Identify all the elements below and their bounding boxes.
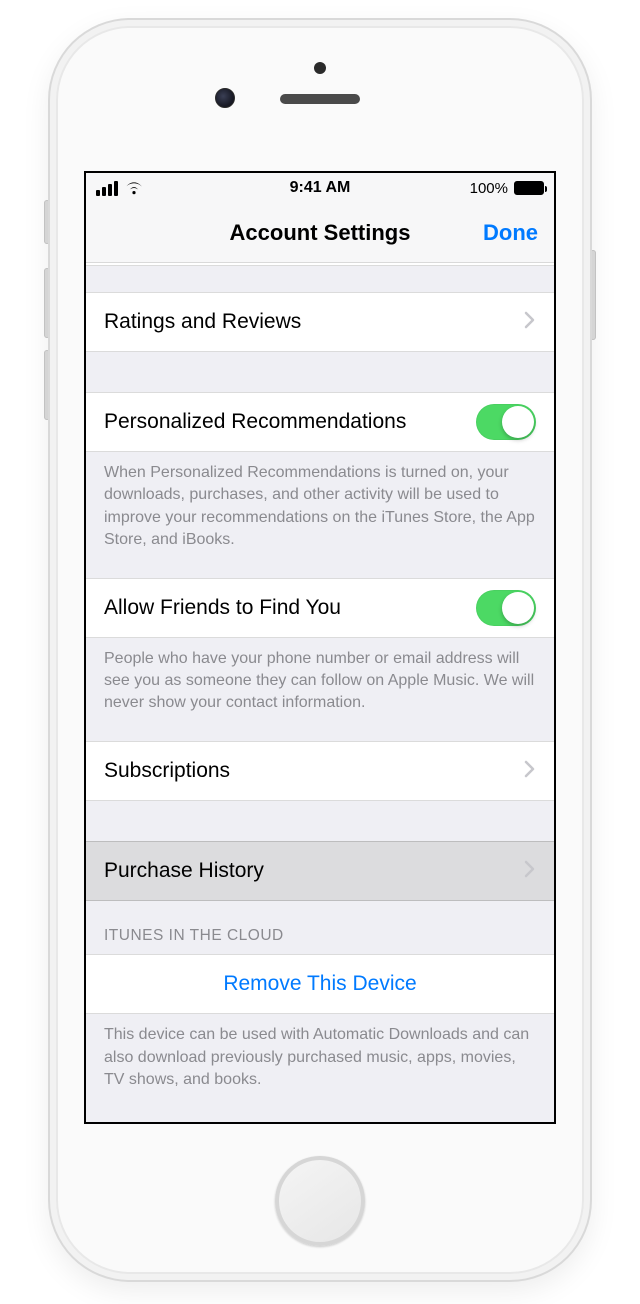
phone-bezel: 9:41 AM 100% Account Settings Done Ratin…: [56, 26, 584, 1274]
allow-friends-label: Allow Friends to Find You: [104, 596, 476, 620]
cell-signal-icon: [96, 181, 118, 196]
personalized-recommendations-footer: When Personalized Recommendations is tur…: [86, 452, 554, 578]
subscriptions-label: Subscriptions: [104, 759, 516, 783]
chevron-right-icon: [524, 858, 536, 884]
allow-friends-footer: People who have your phone number or ema…: [86, 638, 554, 741]
nav-bar: Account Settings Done: [86, 203, 554, 263]
chevron-right-icon: [524, 309, 536, 335]
remove-this-device-row[interactable]: Remove This Device: [86, 954, 554, 1014]
battery-icon: [514, 181, 544, 195]
allow-friends-toggle[interactable]: [476, 590, 536, 626]
purchase-history-label: Purchase History: [104, 859, 516, 883]
wifi-icon: [124, 181, 144, 195]
allow-friends-row[interactable]: Allow Friends to Find You: [86, 578, 554, 638]
screen: 9:41 AM 100% Account Settings Done Ratin…: [84, 171, 556, 1124]
ratings-and-reviews-label: Ratings and Reviews: [104, 310, 516, 334]
phone-frame: 9:41 AM 100% Account Settings Done Ratin…: [50, 20, 590, 1280]
nav-title: Account Settings: [230, 220, 411, 246]
done-button[interactable]: Done: [483, 220, 538, 246]
battery-percent: 100%: [470, 180, 508, 197]
remove-this-device-label: Remove This Device: [223, 972, 416, 996]
power-button: [590, 250, 596, 340]
subscriptions-row[interactable]: Subscriptions: [86, 741, 554, 801]
personalized-recommendations-toggle[interactable]: [476, 404, 536, 440]
personalized-recommendations-label: Personalized Recommendations: [104, 410, 476, 434]
personalized-recommendations-row[interactable]: Personalized Recommendations: [86, 392, 554, 452]
home-button[interactable]: [275, 1156, 365, 1246]
remove-this-device-footer: This device can be used with Automatic D…: [86, 1014, 554, 1095]
ratings-and-reviews-row[interactable]: Ratings and Reviews: [86, 292, 554, 352]
proximity-sensor: [314, 62, 326, 74]
itunes-in-the-cloud-header: iTunes in the Cloud: [86, 901, 554, 955]
chevron-right-icon: [524, 758, 536, 784]
status-time: 9:41 AM: [216, 179, 424, 197]
front-camera: [215, 88, 235, 108]
status-bar: 9:41 AM 100%: [86, 173, 554, 203]
settings-content[interactable]: Ratings and Reviews Personalized Recomme…: [86, 263, 554, 1096]
earpiece-speaker: [280, 94, 360, 104]
purchase-history-row[interactable]: Purchase History: [86, 841, 554, 901]
